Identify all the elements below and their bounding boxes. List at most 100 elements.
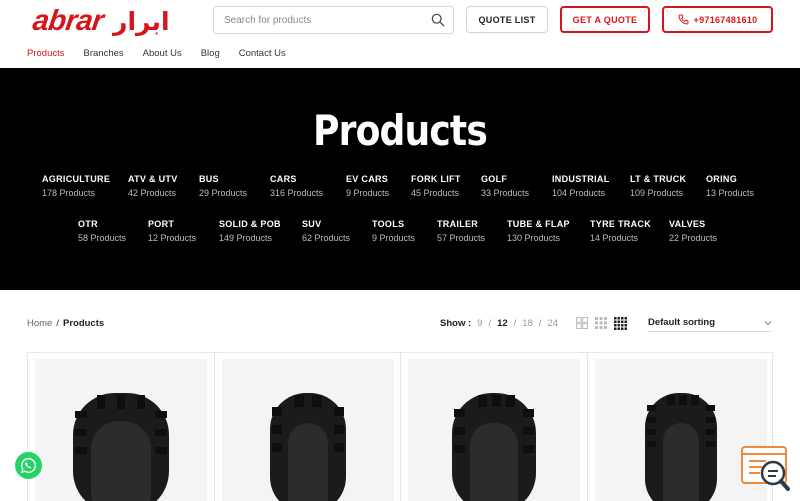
- category-name: CARS: [270, 174, 297, 184]
- per-page-selector: Show : 9 / 12 / 18 / 24: [440, 318, 558, 329]
- category-atv-utv[interactable]: ATV & UTV 42 Products: [128, 174, 199, 198]
- search-input[interactable]: [224, 14, 419, 26]
- category-tools[interactable]: TOOLS 9 Products: [372, 219, 437, 243]
- category-golf[interactable]: GOLF 33 Products: [481, 174, 552, 198]
- chevron-down-icon: [764, 320, 772, 325]
- whatsapp-icon: [20, 458, 37, 474]
- site-header: abrar ابرار QUOTE LIST GET A QUOTE +9716…: [0, 0, 800, 68]
- show-option-24[interactable]: 24: [548, 318, 559, 329]
- show-label: Show :: [440, 318, 472, 329]
- category-solid-pob[interactable]: SOLID & POB 149 Products: [219, 219, 302, 243]
- category-count: 22 Products: [669, 233, 718, 243]
- breadcrumb-current: Products: [62, 318, 105, 329]
- category-count: 45 Products: [411, 188, 460, 198]
- nav-item-contact-us[interactable]: Contact Us: [239, 48, 286, 59]
- tyre-image: [644, 393, 717, 501]
- category-lt-truck[interactable]: LT & TRUCK 109 Products: [630, 174, 706, 198]
- category-count: 12 Products: [148, 233, 197, 243]
- category-fork-lift[interactable]: FORK LIFT 45 Products: [411, 174, 481, 198]
- search-box: [213, 6, 454, 34]
- show-separator: /: [538, 318, 542, 329]
- category-count: 178 Products: [42, 188, 96, 198]
- nav-item-about-us[interactable]: About Us: [143, 48, 182, 59]
- product-card[interactable]: [400, 353, 587, 501]
- show-option-12[interactable]: 12: [497, 318, 508, 329]
- sorting-selected-value: Default sorting: [648, 317, 716, 328]
- category-suv[interactable]: SUV 62 Products: [302, 219, 372, 243]
- category-row-2: OTR 58 Products PORT 12 Products SOLID & P…: [78, 219, 729, 243]
- show-option-18[interactable]: 18: [522, 318, 533, 329]
- breadcrumb-separator: /: [56, 318, 59, 329]
- category-name: FORK LIFT: [411, 174, 461, 184]
- category-trailer[interactable]: TRAILER 57 Products: [437, 219, 507, 243]
- logo-latin-text: abrar: [30, 5, 106, 37]
- category-name: VALVES: [669, 219, 706, 229]
- breadcrumb: Home / Products: [27, 318, 104, 329]
- category-count: 130 Products: [507, 233, 561, 243]
- product-grid: [27, 352, 773, 501]
- category-name: SUV: [302, 219, 322, 229]
- category-name: AGRICULTURE: [42, 174, 111, 184]
- get-a-quote-button[interactable]: GET A QUOTE: [560, 6, 650, 33]
- phone-icon: [678, 14, 688, 25]
- category-name: TUBE & FLAP: [507, 219, 570, 229]
- category-industrial[interactable]: INDUSTRIAL 104 Products: [552, 174, 630, 198]
- show-separator: /: [513, 318, 517, 329]
- category-tyre-track[interactable]: TYRE TRACK 14 Products: [590, 219, 669, 243]
- category-count: 149 Products: [219, 233, 273, 243]
- category-count: 57 Products: [437, 233, 486, 243]
- category-otr[interactable]: OTR 58 Products: [78, 219, 148, 243]
- category-name: TOOLS: [372, 219, 405, 229]
- phone-button[interactable]: +97167481610: [662, 6, 773, 33]
- category-oring[interactable]: ORING 13 Products: [706, 174, 766, 198]
- breadcrumb-home[interactable]: Home: [27, 318, 52, 329]
- category-cars[interactable]: CARS 316 Products: [270, 174, 346, 198]
- main-nav: Products Branches About Us Blog Contact …: [27, 48, 305, 59]
- quote-list-button[interactable]: QUOTE LIST: [466, 6, 548, 33]
- category-count: 42 Products: [128, 188, 177, 198]
- tyre-image: [452, 393, 536, 501]
- category-name: TYRE TRACK: [590, 219, 651, 229]
- category-count: 9 Products: [372, 233, 416, 243]
- nav-item-branches[interactable]: Branches: [84, 48, 124, 59]
- category-valves[interactable]: VALVES 22 Products: [669, 219, 729, 243]
- category-name: LT & TRUCK: [630, 174, 687, 184]
- category-name: OTR: [78, 219, 98, 229]
- category-count: 29 Products: [199, 188, 248, 198]
- whatsapp-button[interactable]: [15, 452, 42, 479]
- category-tube-flap[interactable]: TUBE & FLAP 130 Products: [507, 219, 590, 243]
- product-image[interactable]: [35, 359, 207, 501]
- category-count: 9 Products: [346, 188, 390, 198]
- grid-view-switcher: [576, 317, 627, 330]
- category-name: ATV & UTV: [128, 174, 178, 184]
- category-count: 62 Products: [302, 233, 351, 243]
- grid-3-columns-icon[interactable]: [595, 317, 607, 329]
- category-count: 316 Products: [270, 188, 324, 198]
- product-image[interactable]: [221, 359, 394, 501]
- product-card[interactable]: [27, 353, 214, 501]
- nav-item-blog[interactable]: Blog: [201, 48, 220, 59]
- category-name: TRAILER: [437, 219, 479, 229]
- category-name: SOLID & POB: [219, 219, 281, 229]
- category-name: GOLF: [481, 174, 508, 184]
- category-count: 58 Products: [78, 233, 127, 243]
- hero-banner: Products AGRICULTURE 178 Products ATV & U…: [0, 68, 800, 290]
- category-bus[interactable]: BUS 29 Products: [199, 174, 270, 198]
- show-option-9[interactable]: 9: [477, 318, 482, 329]
- product-image[interactable]: [408, 359, 580, 501]
- product-card[interactable]: [213, 353, 401, 501]
- grid-4-columns-icon[interactable]: [614, 317, 627, 330]
- nav-item-products[interactable]: Products: [27, 48, 65, 59]
- search-icon[interactable]: [431, 13, 445, 27]
- category-port[interactable]: PORT 12 Products: [148, 219, 219, 243]
- sorting-select[interactable]: Default sorting: [648, 314, 772, 332]
- category-name: INDUSTRIAL: [552, 174, 610, 184]
- brand-logo[interactable]: abrar ابرار: [30, 5, 198, 38]
- category-agriculture[interactable]: AGRICULTURE 178 Products: [42, 174, 128, 198]
- tyre-image: [73, 393, 169, 501]
- search-support-widget[interactable]: [740, 444, 792, 492]
- category-name: BUS: [199, 174, 219, 184]
- category-ev-cars[interactable]: EV CARS 9 Products: [346, 174, 411, 198]
- grid-2-columns-icon[interactable]: [576, 317, 588, 329]
- logo-arabic-text: ابرار: [113, 7, 170, 36]
